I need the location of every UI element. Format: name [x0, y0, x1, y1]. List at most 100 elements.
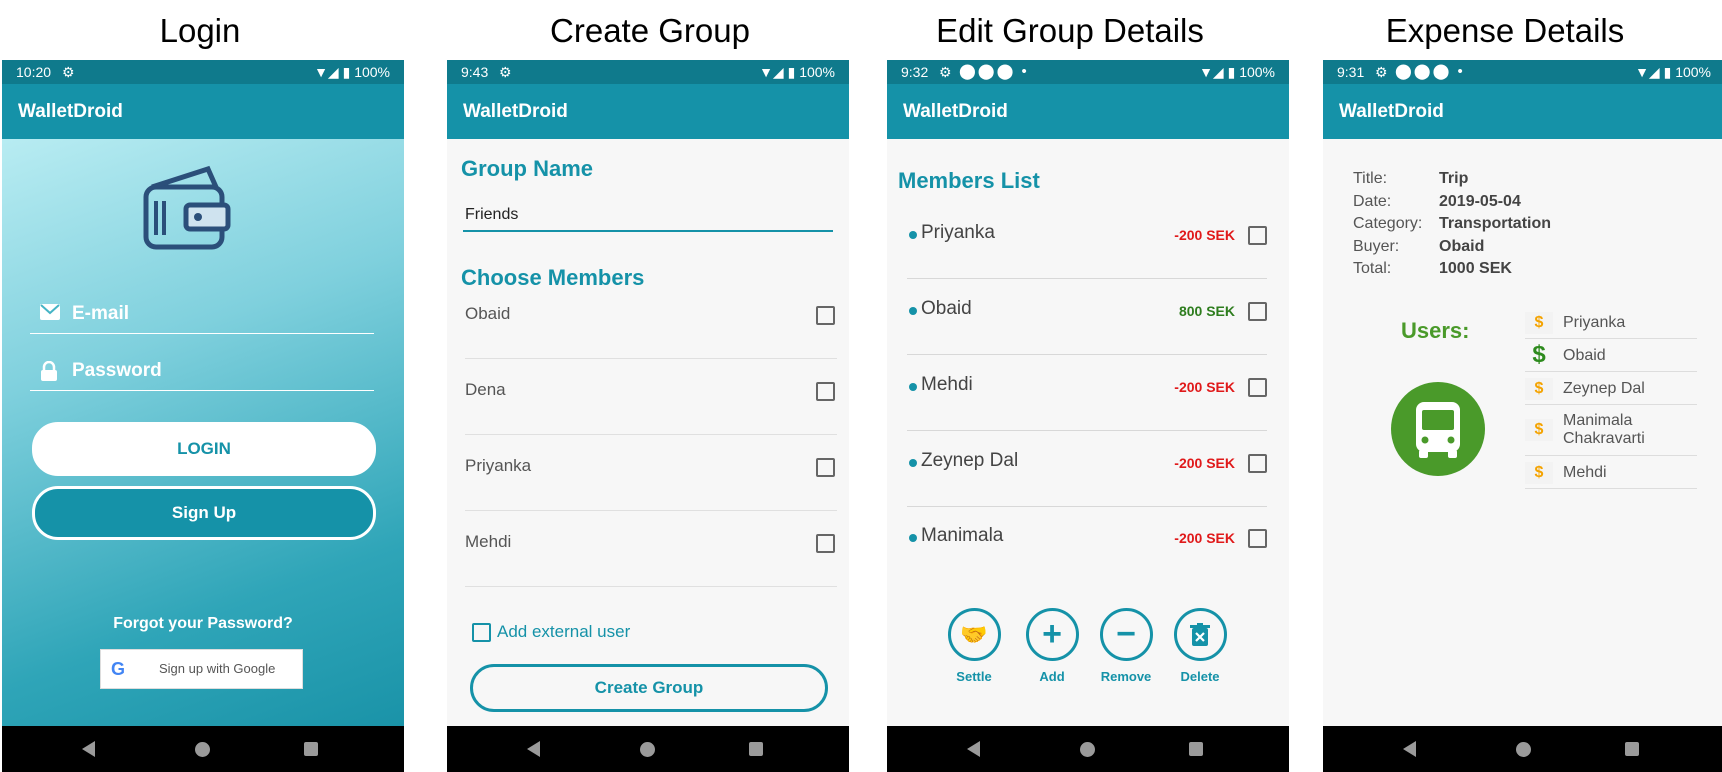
- expense-details-screen-title: Expense Details: [1385, 12, 1625, 49]
- user-row: $ Obaid: [1525, 341, 1697, 372]
- recents-icon[interactable]: [1189, 742, 1203, 756]
- member-row[interactable]: Priyanka: [465, 434, 837, 511]
- plus-icon: +: [1025, 608, 1079, 661]
- settle-label: Settle: [956, 669, 992, 684]
- sign-up-button[interactable]: Sign Up: [32, 486, 376, 540]
- settle-button[interactable]: 🤝 Settle: [939, 608, 1009, 684]
- delete-button[interactable]: Delete: [1165, 608, 1235, 684]
- member-row[interactable]: Manimala -200 SEK: [907, 505, 1267, 581]
- member-row[interactable]: Obaid 800 SEK: [907, 278, 1267, 355]
- login-button[interactable]: LOGIN: [32, 422, 376, 476]
- status-icons: ▼◢ ▮ 100%: [1199, 64, 1275, 80]
- member-checkbox[interactable]: [1248, 226, 1267, 245]
- member-row[interactable]: Mehdi -200 SEK: [907, 354, 1267, 431]
- bus-icon: [1391, 382, 1485, 476]
- battery-level: 100%: [799, 64, 835, 80]
- home-icon[interactable]: [195, 742, 210, 757]
- battery-level: 100%: [354, 64, 390, 80]
- member-row[interactable]: Obaid: [465, 282, 837, 359]
- email-field[interactable]: E-mail: [30, 297, 374, 334]
- recents-icon[interactable]: [304, 742, 318, 756]
- app-title: WalletDroid: [18, 101, 123, 122]
- user-row: $ Mehdi: [1525, 458, 1697, 489]
- member-name: Priyanka: [921, 222, 995, 243]
- member-checkbox[interactable]: [1248, 454, 1267, 473]
- expense-details-phone: 9:31 ⚙ ⬤⬤⬤ • ▼◢ ▮ 100% WalletDroid Title…: [1323, 60, 1722, 772]
- back-icon[interactable]: [1403, 741, 1416, 757]
- password-placeholder: Password: [72, 360, 162, 381]
- handshake-icon: 🤝: [947, 608, 1001, 661]
- settings-icon: ⚙: [1375, 64, 1388, 80]
- notification-dots: ⬤⬤⬤ •: [959, 63, 1029, 80]
- app-bar: WalletDroid: [887, 84, 1289, 139]
- google-icon: G: [111, 659, 126, 679]
- member-checkbox[interactable]: [816, 458, 835, 477]
- member-row[interactable]: Mehdi: [465, 510, 837, 587]
- status-time: 9:32: [901, 64, 929, 80]
- status-bar: 10:20 ⚙ ▼◢ ▮ 100%: [2, 60, 404, 84]
- member-name: Dena: [465, 380, 506, 399]
- create-group-screen-title: Create Group: [550, 12, 750, 49]
- detail-key: Buyer:: [1353, 238, 1400, 255]
- trash-icon: [1173, 608, 1227, 661]
- settings-icon: ⚙: [499, 64, 512, 80]
- detail-date: Date: 2019-05-04: [1353, 193, 1521, 211]
- add-external-checkbox[interactable]: [472, 623, 491, 642]
- google-signup-label: Sign up with Google: [159, 661, 276, 676]
- home-icon[interactable]: [1516, 742, 1531, 757]
- member-checkbox[interactable]: [1248, 529, 1267, 548]
- buyer-dollar-icon: $: [1532, 341, 1546, 368]
- member-balance: -200 SEK: [1174, 379, 1235, 395]
- member-name: Obaid: [921, 298, 972, 319]
- create-group-phone: 9:43 ⚙ ▼◢ ▮ 100% WalletDroid Group Name …: [447, 60, 849, 772]
- status-time: 10:20: [16, 64, 52, 80]
- password-field[interactable]: Password: [30, 354, 374, 391]
- status-icons: ▼◢ ▮ 100%: [314, 64, 390, 80]
- notification-dots: ⬤⬤⬤ •: [1395, 63, 1465, 80]
- member-balance: -200 SEK: [1174, 455, 1235, 471]
- app-title: WalletDroid: [1339, 101, 1444, 122]
- google-signup-button[interactable]: G Sign up with Google: [100, 649, 303, 689]
- group-name-input[interactable]: Friends: [463, 200, 833, 232]
- member-row[interactable]: Dena: [465, 358, 837, 435]
- back-icon[interactable]: [527, 741, 540, 757]
- detail-key: Title:: [1353, 170, 1388, 187]
- back-icon[interactable]: [82, 741, 95, 757]
- member-checkbox[interactable]: [816, 306, 835, 325]
- forgot-password-link[interactable]: Forgot your Password?: [2, 615, 404, 633]
- member-checkbox[interactable]: [1248, 302, 1267, 321]
- delete-label: Delete: [1180, 669, 1220, 684]
- app-bar: WalletDroid: [1323, 84, 1722, 139]
- dollar-icon: $: [1525, 419, 1553, 441]
- status-bar: 9:43 ⚙ ▼◢ ▮ 100%: [447, 60, 849, 84]
- member-checkbox[interactable]: [816, 382, 835, 401]
- add-label: Add: [1039, 669, 1065, 684]
- member-balance: -200 SEK: [1174, 530, 1235, 546]
- member-balance: -200 SEK: [1174, 227, 1235, 243]
- nav-bar: [1323, 726, 1722, 772]
- recents-icon[interactable]: [1625, 742, 1639, 756]
- member-name: Priyanka: [465, 456, 532, 475]
- user-row: $ Manimala Chakravarti: [1525, 407, 1697, 456]
- user-name: Priyanka: [1563, 314, 1626, 331]
- member-row[interactable]: Priyanka -200 SEK: [907, 202, 1267, 279]
- member-name: Obaid: [465, 304, 511, 323]
- members-list-label: Members List: [898, 168, 1040, 193]
- member-checkbox[interactable]: [1248, 378, 1267, 397]
- remove-button[interactable]: − Remove: [1091, 608, 1161, 684]
- member-checkbox[interactable]: [816, 534, 835, 553]
- member-row[interactable]: Zeynep Dal -200 SEK: [907, 430, 1267, 507]
- detail-value: Obaid: [1439, 238, 1485, 255]
- mail-icon: [40, 304, 60, 320]
- settings-icon: ⚙: [939, 64, 952, 80]
- user-row: $ Priyanka: [1525, 310, 1697, 339]
- back-icon[interactable]: [967, 741, 980, 757]
- recents-icon[interactable]: [749, 742, 763, 756]
- detail-key: Total:: [1353, 260, 1392, 277]
- home-icon[interactable]: [640, 742, 655, 757]
- status-time: 9:43: [461, 64, 489, 80]
- add-button[interactable]: + Add: [1017, 608, 1087, 684]
- status-bar: 9:31 ⚙ ⬤⬤⬤ • ▼◢ ▮ 100%: [1323, 60, 1722, 84]
- home-icon[interactable]: [1080, 742, 1095, 757]
- create-group-button[interactable]: Create Group: [470, 664, 828, 712]
